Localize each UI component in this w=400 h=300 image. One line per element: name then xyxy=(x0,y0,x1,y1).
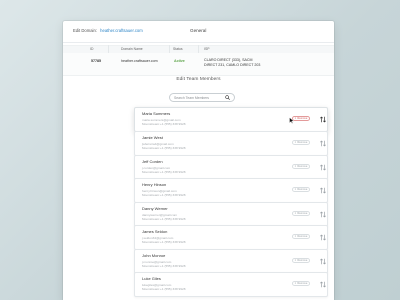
cursor-icon xyxy=(289,117,294,124)
member-phone: Moonstream:+1 (555) 338 9928 xyxy=(142,170,186,175)
row-isp-line2: DIRECT 231, CAMLO DIRECT 203 xyxy=(204,62,261,67)
drag-handle-icon[interactable] xyxy=(320,211,326,218)
table-row xyxy=(63,53,334,76)
header-divider xyxy=(63,42,334,43)
member-email: maria.summers@gmail.com xyxy=(142,117,181,122)
column-header-domain: Domain Name xyxy=(121,47,143,51)
search-input[interactable] xyxy=(174,94,226,101)
row-id: 57785 xyxy=(91,59,101,63)
member-phone: Moonstream:+1 (555) 338 9928 xyxy=(142,193,186,198)
close-icon: × xyxy=(294,187,297,192)
member-phone: Moonstream:+1 (555) 338 9928 xyxy=(142,287,186,292)
member-name: James Seldon xyxy=(142,229,168,234)
remove-member-button[interactable]: × Remove xyxy=(292,234,310,239)
team-member-card[interactable]: Luke Giles lukegiles@gmail.com Moonstream:… xyxy=(134,272,328,297)
remove-label: Remove xyxy=(297,141,308,144)
remove-label: Remove xyxy=(297,235,308,238)
search-box[interactable] xyxy=(169,93,235,102)
team-member-card[interactable]: Jamie West jwferreira4@gmail.com Moonstrea… xyxy=(134,131,328,156)
edit-domain-window: Edit Domain: heather.craftsauer.com Gene… xyxy=(63,21,334,300)
drag-handle-icon[interactable] xyxy=(320,187,326,194)
column-header-isp: ISP xyxy=(204,47,210,51)
member-name: John Monroe xyxy=(142,253,166,258)
remove-label: Remove xyxy=(297,259,308,262)
remove-member-button[interactable]: × Remove xyxy=(292,211,310,216)
edit-domain-text: Edit Domain: xyxy=(73,28,97,33)
search-icon[interactable] xyxy=(225,95,230,100)
team-member-card[interactable]: Henry Hinson henry.hinson@gmail.com Moonst… xyxy=(134,178,328,203)
member-email: henry.hinson@gmail.com xyxy=(142,188,177,193)
team-member-card[interactable]: Jeff Corden j.corden@gmail.com Moonstream:… xyxy=(134,155,328,180)
remove-member-button[interactable]: × Remove xyxy=(292,281,310,286)
row-status: Active xyxy=(174,59,185,63)
member-name: Luke Giles xyxy=(142,276,161,281)
member-email: j.corden@gmail.com xyxy=(142,165,171,170)
member-name: Henry Hinson xyxy=(142,182,167,187)
member-email: j.seldon34@gmail.com xyxy=(142,235,174,240)
member-email: jwferreira4@gmail.com xyxy=(142,141,174,146)
domain-summary-table: ID Domain Name Status ISP 57785 heather.… xyxy=(63,45,334,93)
close-icon: × xyxy=(294,116,297,121)
row-isp: CLARO DIRECT (333), SACM DIRECT 231, CAM… xyxy=(204,58,260,68)
member-name: Jeff Corden xyxy=(142,159,163,164)
team-member-card[interactable]: Maria Summers maria.summers@gmail.com Moon… xyxy=(134,107,328,132)
window-header: Edit Domain: heather.craftsauer.com Gene… xyxy=(63,21,334,43)
team-member-card[interactable]: James Seldon j.seldon34@gmail.com Moonstre… xyxy=(134,225,328,250)
member-phone: Moonstream:+1 (555) 338 9928 xyxy=(142,217,186,222)
column-separator xyxy=(198,45,199,53)
remove-member-button[interactable]: × Remove xyxy=(292,116,310,121)
column-header-id: ID xyxy=(90,47,94,51)
team-member-card[interactable]: Danny Werner dannywerner@gmail.com Moonstr… xyxy=(134,202,328,227)
remove-label: Remove xyxy=(297,117,308,120)
remove-label: Remove xyxy=(297,212,308,215)
close-icon: × xyxy=(294,281,297,286)
column-separator xyxy=(169,45,170,53)
close-icon: × xyxy=(294,234,297,239)
drag-handle-icon[interactable] xyxy=(320,234,326,241)
remove-label: Remove xyxy=(297,165,308,168)
remove-member-button[interactable]: × Remove xyxy=(292,164,310,169)
member-name: Danny Werner xyxy=(142,206,168,211)
member-phone: Moonstream:+1 (555) 338 9928 xyxy=(142,240,186,245)
window-title: General xyxy=(190,28,207,33)
remove-label: Remove xyxy=(297,282,308,285)
close-icon: × xyxy=(294,211,297,216)
member-email: dannywerner@gmail.com xyxy=(142,212,178,217)
column-separator xyxy=(108,45,109,53)
member-email: lukegiles@gmail.com xyxy=(142,282,172,287)
close-icon: × xyxy=(294,140,297,145)
member-phone: Moonstream:+1 (555) 338 9928 xyxy=(142,122,186,127)
row-isp-line1: CLARO DIRECT (333), SACM xyxy=(204,57,253,62)
remove-member-button[interactable]: × Remove xyxy=(292,140,310,145)
member-name: Maria Summers xyxy=(142,111,171,116)
edit-domain-label: Edit Domain: heather.craftsauer.com xyxy=(73,28,143,33)
member-name: Jamie West xyxy=(142,135,163,140)
drag-handle-icon[interactable] xyxy=(320,116,326,123)
remove-member-button[interactable]: × Remove xyxy=(292,258,310,263)
member-email: j.monroe@gmail.com xyxy=(142,259,172,264)
close-icon: × xyxy=(294,258,297,263)
column-header-status: Status xyxy=(173,47,183,51)
member-phone: Moonstream:+1 (555) 338 9928 xyxy=(142,146,186,151)
close-icon: × xyxy=(294,164,297,169)
remove-member-button[interactable]: × Remove xyxy=(292,187,310,192)
remove-label: Remove xyxy=(297,188,308,191)
drag-handle-icon[interactable] xyxy=(320,258,326,265)
member-phone: Moonstream:+1 (555) 338 9928 xyxy=(142,264,186,269)
domain-link[interactable]: heather.craftsauer.com xyxy=(100,28,143,33)
team-member-card[interactable]: John Monroe j.monroe@gmail.com Moonstream:… xyxy=(134,249,328,274)
drag-handle-icon[interactable] xyxy=(320,140,326,147)
drag-handle-icon[interactable] xyxy=(320,281,326,288)
row-domain: heather.craftsauer.com xyxy=(121,59,158,63)
drag-handle-icon[interactable] xyxy=(320,164,326,171)
section-title: Edit Team Members xyxy=(176,77,221,82)
